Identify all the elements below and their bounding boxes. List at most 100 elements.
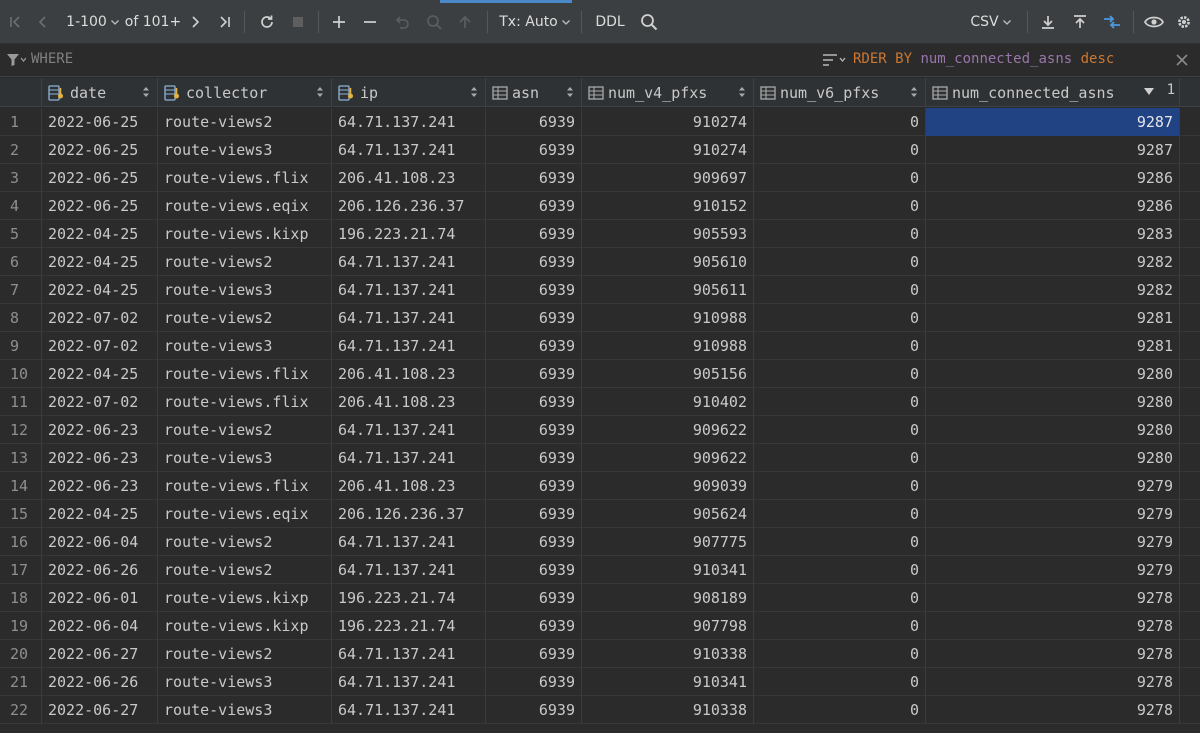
stop-button[interactable] [287, 0, 309, 44]
num-v6-pfxs-cell[interactable]: 0 [754, 416, 926, 444]
num-v6-pfxs-cell[interactable]: 0 [754, 388, 926, 416]
num-v4-pfxs-cell[interactable]: 909622 [582, 444, 754, 472]
asn-cell[interactable]: 6939 [486, 164, 582, 192]
add-row-button[interactable] [328, 0, 350, 44]
collector-cell[interactable]: route-views.flix [158, 388, 332, 416]
row-number-cell[interactable]: 13 [0, 444, 42, 472]
num-v4-pfxs-cell[interactable]: 910274 [582, 136, 754, 164]
date-cell[interactable]: 2022-07-02 [42, 304, 158, 332]
num-v4-pfxs-cell[interactable]: 907775 [582, 528, 754, 556]
num-v4-pfxs-cell[interactable]: 910341 [582, 668, 754, 696]
num-v6-pfxs-cell[interactable]: 0 [754, 164, 926, 192]
asn-cell[interactable]: 6939 [486, 304, 582, 332]
collector-cell[interactable]: route-views2 [158, 640, 332, 668]
row-number-cell[interactable]: 18 [0, 584, 42, 612]
date-cell[interactable]: 2022-06-27 [42, 640, 158, 668]
num-v6-pfxs-cell[interactable]: 0 [754, 696, 926, 724]
num-v6-pfxs-cell[interactable]: 0 [754, 500, 926, 528]
asn-cell[interactable]: 6939 [486, 136, 582, 164]
ip-cell[interactable]: 64.71.137.241 [332, 416, 486, 444]
ip-cell[interactable]: 196.223.21.74 [332, 220, 486, 248]
sort-toggle-icon[interactable] [142, 86, 150, 98]
ip-cell[interactable]: 64.71.137.241 [332, 304, 486, 332]
asn-cell[interactable]: 6939 [486, 444, 582, 472]
table-row[interactable]: 8 2022-07-02 route-views2 64.71.137.241 6939… [0, 304, 1200, 332]
row-number-cell[interactable]: 8 [0, 304, 42, 332]
asn-cell[interactable]: 6939 [486, 220, 582, 248]
num-v4-pfxs-cell[interactable]: 910988 [582, 304, 754, 332]
row-number-cell[interactable]: 21 [0, 668, 42, 696]
num-v6-pfxs-cell[interactable]: 0 [754, 220, 926, 248]
num-v6-pfxs-cell[interactable]: 0 [754, 640, 926, 668]
ip-cell[interactable]: 206.41.108.23 [332, 360, 486, 388]
next-page-button[interactable] [184, 0, 206, 44]
ip-cell[interactable]: 206.126.236.37 [332, 192, 486, 220]
table-row[interactable]: 12 2022-06-23 route-views2 64.71.137.241 693… [0, 416, 1200, 444]
tx-mode-selector[interactable]: Tx: Auto [498, 0, 572, 44]
refresh-button[interactable] [255, 0, 279, 44]
asn-cell[interactable]: 6939 [486, 584, 582, 612]
num-connected-asns-cell[interactable]: 9279 [926, 556, 1180, 584]
table-row[interactable]: 5 2022-04-25 route-views.kixp 196.223.21.74… [0, 220, 1200, 248]
num-v4-pfxs-cell[interactable]: 905610 [582, 248, 754, 276]
row-number-cell[interactable]: 7 [0, 276, 42, 304]
num-v6-pfxs-cell[interactable]: 0 [754, 360, 926, 388]
import-button[interactable] [1068, 0, 1092, 44]
num-connected-asns-cell[interactable]: 9278 [926, 584, 1180, 612]
num-connected-asns-cell[interactable]: 9287 [926, 136, 1180, 164]
num-v6-pfxs-cell[interactable]: 0 [754, 304, 926, 332]
num-connected-asns-cell[interactable]: 9281 [926, 304, 1180, 332]
num-connected-asns-cell[interactable]: 9278 [926, 696, 1180, 724]
close-icon[interactable] [1176, 54, 1188, 66]
num-v4-pfxs-cell[interactable]: 910341 [582, 556, 754, 584]
date-cell[interactable]: 2022-06-04 [42, 528, 158, 556]
ip-cell[interactable]: 64.71.137.241 [332, 668, 486, 696]
row-number-cell[interactable]: 22 [0, 696, 42, 724]
num-connected-asns-cell[interactable]: 9280 [926, 444, 1180, 472]
row-number-cell[interactable]: 4 [0, 192, 42, 220]
row-number-cell[interactable]: 20 [0, 640, 42, 668]
preview-changes-button[interactable] [422, 0, 446, 44]
compare-button[interactable] [1099, 0, 1125, 44]
row-number-cell[interactable]: 15 [0, 500, 42, 528]
date-cell[interactable]: 2022-04-25 [42, 248, 158, 276]
collector-cell[interactable]: route-views2 [158, 304, 332, 332]
num-connected-asns-cell[interactable]: 9286 [926, 192, 1180, 220]
table-row[interactable]: 20 2022-06-27 route-views2 64.71.137.241 693… [0, 640, 1200, 668]
row-number-cell[interactable]: 5 [0, 220, 42, 248]
ip-cell[interactable]: 64.71.137.241 [332, 696, 486, 724]
num-v6-pfxs-cell[interactable]: 0 [754, 136, 926, 164]
ip-cell[interactable]: 206.126.236.37 [332, 500, 486, 528]
num-connected-asns-cell[interactable]: 9281 [926, 332, 1180, 360]
column-header-ip[interactable]: ip [332, 78, 486, 107]
submit-button[interactable] [454, 0, 476, 44]
collector-cell[interactable]: route-views.kixp [158, 612, 332, 640]
row-number-cell[interactable]: 19 [0, 612, 42, 640]
num-connected-asns-cell[interactable]: 9283 [926, 220, 1180, 248]
table-row[interactable]: 19 2022-06-04 route-views.kixp 196.223.21.7… [0, 612, 1200, 640]
table-row[interactable]: 15 2022-04-25 route-views.eqix 206.126.236.… [0, 500, 1200, 528]
ip-cell[interactable]: 196.223.21.74 [332, 584, 486, 612]
settings-button[interactable] [1172, 0, 1196, 44]
num-v4-pfxs-cell[interactable]: 910402 [582, 388, 754, 416]
date-cell[interactable]: 2022-06-25 [42, 108, 158, 136]
date-cell[interactable]: 2022-04-25 [42, 276, 158, 304]
prev-page-button[interactable] [32, 0, 54, 44]
date-cell[interactable]: 2022-06-23 [42, 472, 158, 500]
num-v6-pfxs-cell[interactable]: 0 [754, 332, 926, 360]
num-v6-pfxs-cell[interactable]: 0 [754, 444, 926, 472]
table-row[interactable]: 17 2022-06-26 route-views2 64.71.137.241 693… [0, 556, 1200, 584]
date-cell[interactable]: 2022-06-25 [42, 192, 158, 220]
row-number-cell[interactable]: 3 [0, 164, 42, 192]
ip-cell[interactable]: 196.223.21.74 [332, 612, 486, 640]
column-header-num-connected-asns[interactable]: num_connected_asns 1 [926, 78, 1180, 107]
num-connected-asns-cell[interactable]: 9280 [926, 416, 1180, 444]
date-cell[interactable]: 2022-06-25 [42, 136, 158, 164]
collector-cell[interactable]: route-views2 [158, 556, 332, 584]
table-row[interactable]: 1 2022-06-25 route-views2 64.71.137.241 6939… [0, 108, 1200, 136]
num-connected-asns-cell[interactable]: 9282 [926, 276, 1180, 304]
num-connected-asns-cell[interactable]: 9280 [926, 360, 1180, 388]
delete-row-button[interactable] [359, 0, 381, 44]
num-v4-pfxs-cell[interactable]: 909622 [582, 416, 754, 444]
num-connected-asns-cell[interactable]: 9278 [926, 640, 1180, 668]
